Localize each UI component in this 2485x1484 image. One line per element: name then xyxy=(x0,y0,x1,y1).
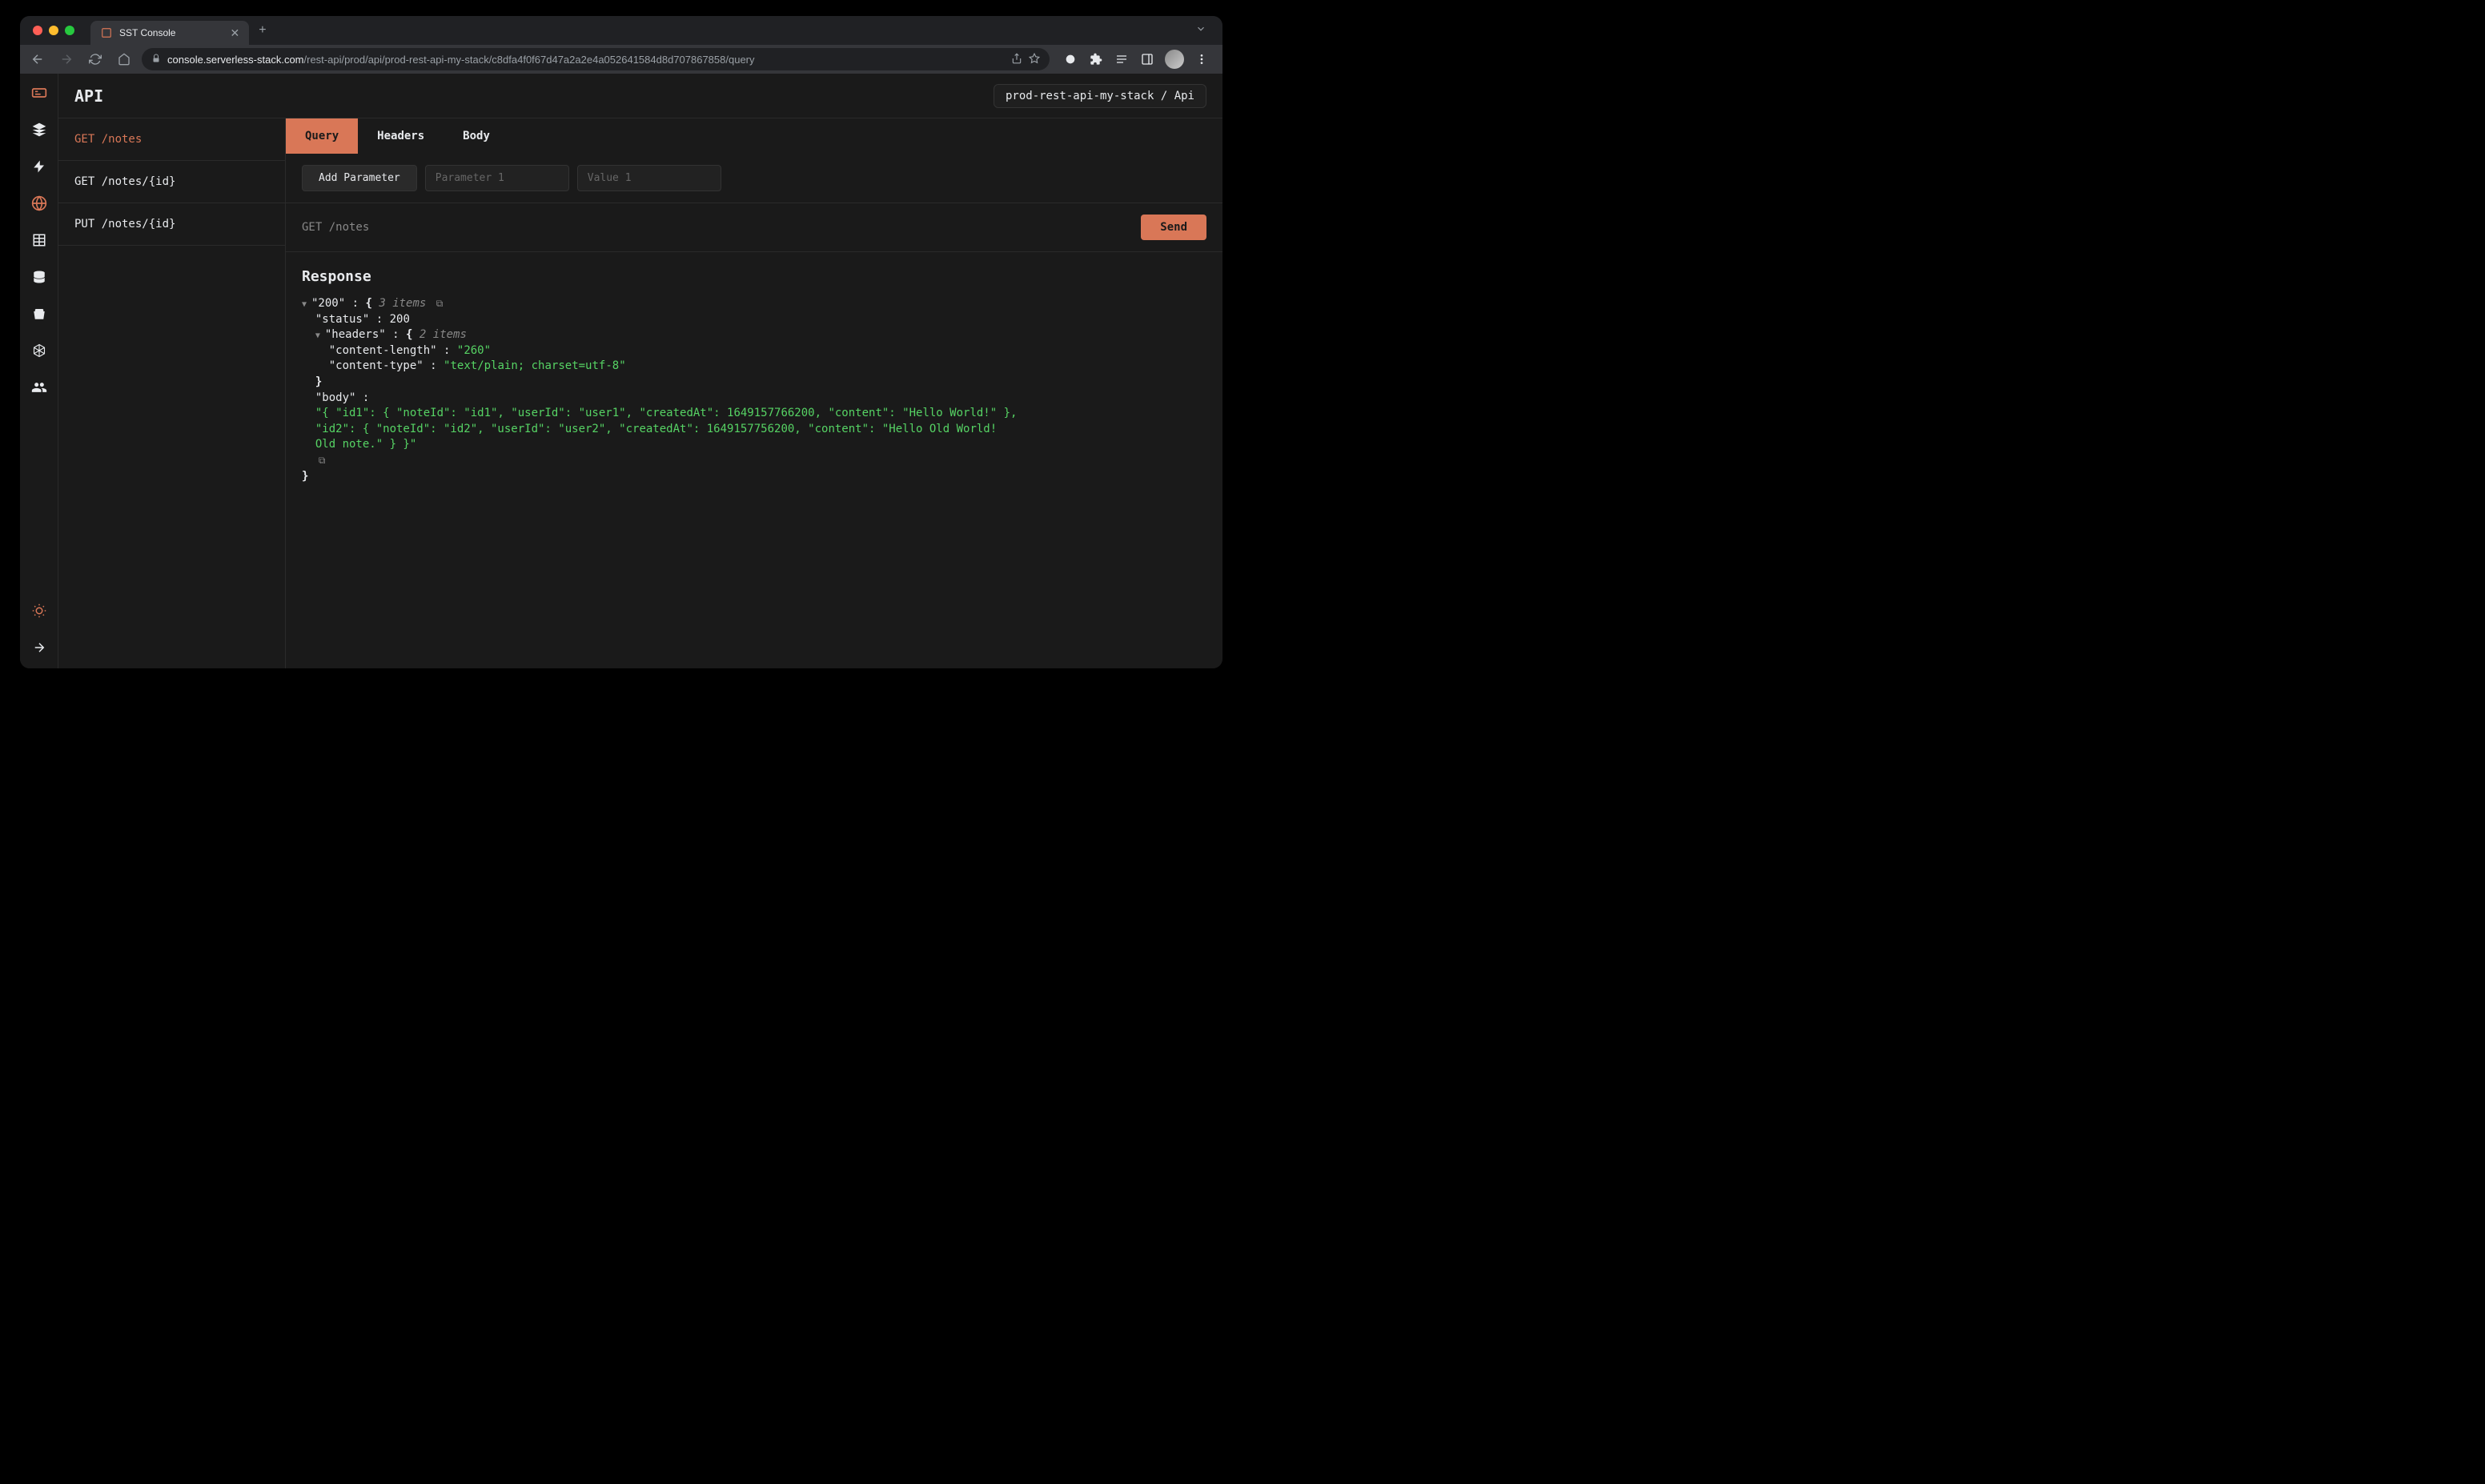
database-icon[interactable] xyxy=(30,267,49,287)
back-button[interactable] xyxy=(26,48,49,70)
profile-avatar[interactable] xyxy=(1165,50,1184,69)
header-row: API prod-rest-api-my-stack / Api xyxy=(58,74,1222,118)
copy-icon[interactable]: ⧉ xyxy=(436,298,444,309)
request-row: GET /notes Send xyxy=(286,203,1222,252)
minimize-window-button[interactable] xyxy=(49,26,58,35)
route-list: GET /notes GET /notes/{id} PUT /notes/{i… xyxy=(58,118,286,668)
lock-icon xyxy=(151,54,161,66)
close-tab-icon[interactable]: ✕ xyxy=(230,26,239,40)
caret-down-icon[interactable]: ▼ xyxy=(302,299,311,311)
add-parameter-button[interactable]: Add Parameter xyxy=(302,165,417,191)
tab-body[interactable]: Body xyxy=(444,118,509,154)
caret-down-icon[interactable]: ▼ xyxy=(315,331,325,342)
request-line: GET /notes xyxy=(302,221,369,234)
window-controls xyxy=(26,26,90,35)
content-row: GET /notes GET /notes/{id} PUT /notes/{i… xyxy=(58,118,1222,668)
theme-icon[interactable] xyxy=(30,601,49,620)
close-window-button[interactable] xyxy=(33,26,42,35)
route-item[interactable]: GET /notes/{id} xyxy=(58,161,285,203)
params-row: Add Parameter xyxy=(286,154,1222,203)
param-value-input[interactable] xyxy=(577,165,721,191)
tab-query[interactable]: Query xyxy=(286,118,358,154)
collapse-icon[interactable] xyxy=(30,638,49,657)
json-viewer: ▼"200" : { 3 items ⧉ "status" : 200 ▼"he… xyxy=(302,296,1206,484)
breadcrumb[interactable]: prod-rest-api-my-stack / Api xyxy=(994,84,1206,108)
bookmark-icon[interactable] xyxy=(1029,53,1040,66)
cognito-icon[interactable] xyxy=(30,378,49,397)
param-name-input[interactable] xyxy=(425,165,569,191)
route-item[interactable]: PUT /notes/{id} xyxy=(58,203,285,246)
tab-overflow-icon[interactable] xyxy=(1195,23,1216,38)
tab-headers[interactable]: Headers xyxy=(358,118,444,154)
address-bar: console.serverless-stack.com/rest-api/pr… xyxy=(20,45,1222,74)
reload-button[interactable] xyxy=(84,48,106,70)
extensions-icon[interactable] xyxy=(1088,51,1104,67)
api-icon[interactable] xyxy=(30,194,49,213)
graphql-icon[interactable] xyxy=(30,341,49,360)
browser-tab[interactable]: SST Console ✕ xyxy=(90,21,249,45)
stacks-icon[interactable] xyxy=(30,120,49,139)
tabs-row: Query Headers Body xyxy=(286,118,1222,154)
new-tab-button[interactable]: + xyxy=(259,23,266,38)
media-icon[interactable] xyxy=(1114,51,1130,67)
home-button[interactable] xyxy=(113,48,135,70)
maximize-window-button[interactable] xyxy=(65,26,74,35)
tables-icon[interactable] xyxy=(30,231,49,250)
sidepanel-icon[interactable] xyxy=(1139,51,1155,67)
url-text: console.serverless-stack.com/rest-api/pr… xyxy=(167,54,1005,66)
forward-button[interactable] xyxy=(55,48,78,70)
buckets-icon[interactable] xyxy=(30,304,49,323)
functions-icon[interactable] xyxy=(30,157,49,176)
route-item[interactable]: GET /notes xyxy=(58,118,285,161)
main-area: API prod-rest-api-my-stack / Api GET /no… xyxy=(58,74,1222,668)
copy-icon[interactable]: ⧉ xyxy=(319,455,326,466)
browser-right-icons xyxy=(1056,50,1216,69)
share-icon[interactable] xyxy=(1011,53,1022,66)
browser-tab-bar: SST Console ✕ + xyxy=(20,16,1222,45)
response-section: Response ▼"200" : { 3 items ⧉ "status" :… xyxy=(286,252,1222,668)
response-title: Response xyxy=(302,268,1206,285)
send-button[interactable]: Send xyxy=(1141,215,1206,240)
detail-panel: Query Headers Body Add Parameter GET /no… xyxy=(286,118,1222,668)
left-rail xyxy=(20,74,58,668)
browser-window: SST Console ✕ + console.serverless-stack… xyxy=(20,16,1222,668)
page-title: API xyxy=(74,86,103,106)
logo-icon[interactable] xyxy=(30,83,49,102)
incognito-icon[interactable] xyxy=(1062,51,1078,67)
app-content: API prod-rest-api-my-stack / Api GET /no… xyxy=(20,74,1222,668)
sst-favicon-icon xyxy=(100,26,113,39)
menu-icon[interactable] xyxy=(1194,51,1210,67)
url-input[interactable]: console.serverless-stack.com/rest-api/pr… xyxy=(142,48,1050,70)
tab-title: SST Console xyxy=(119,27,175,38)
